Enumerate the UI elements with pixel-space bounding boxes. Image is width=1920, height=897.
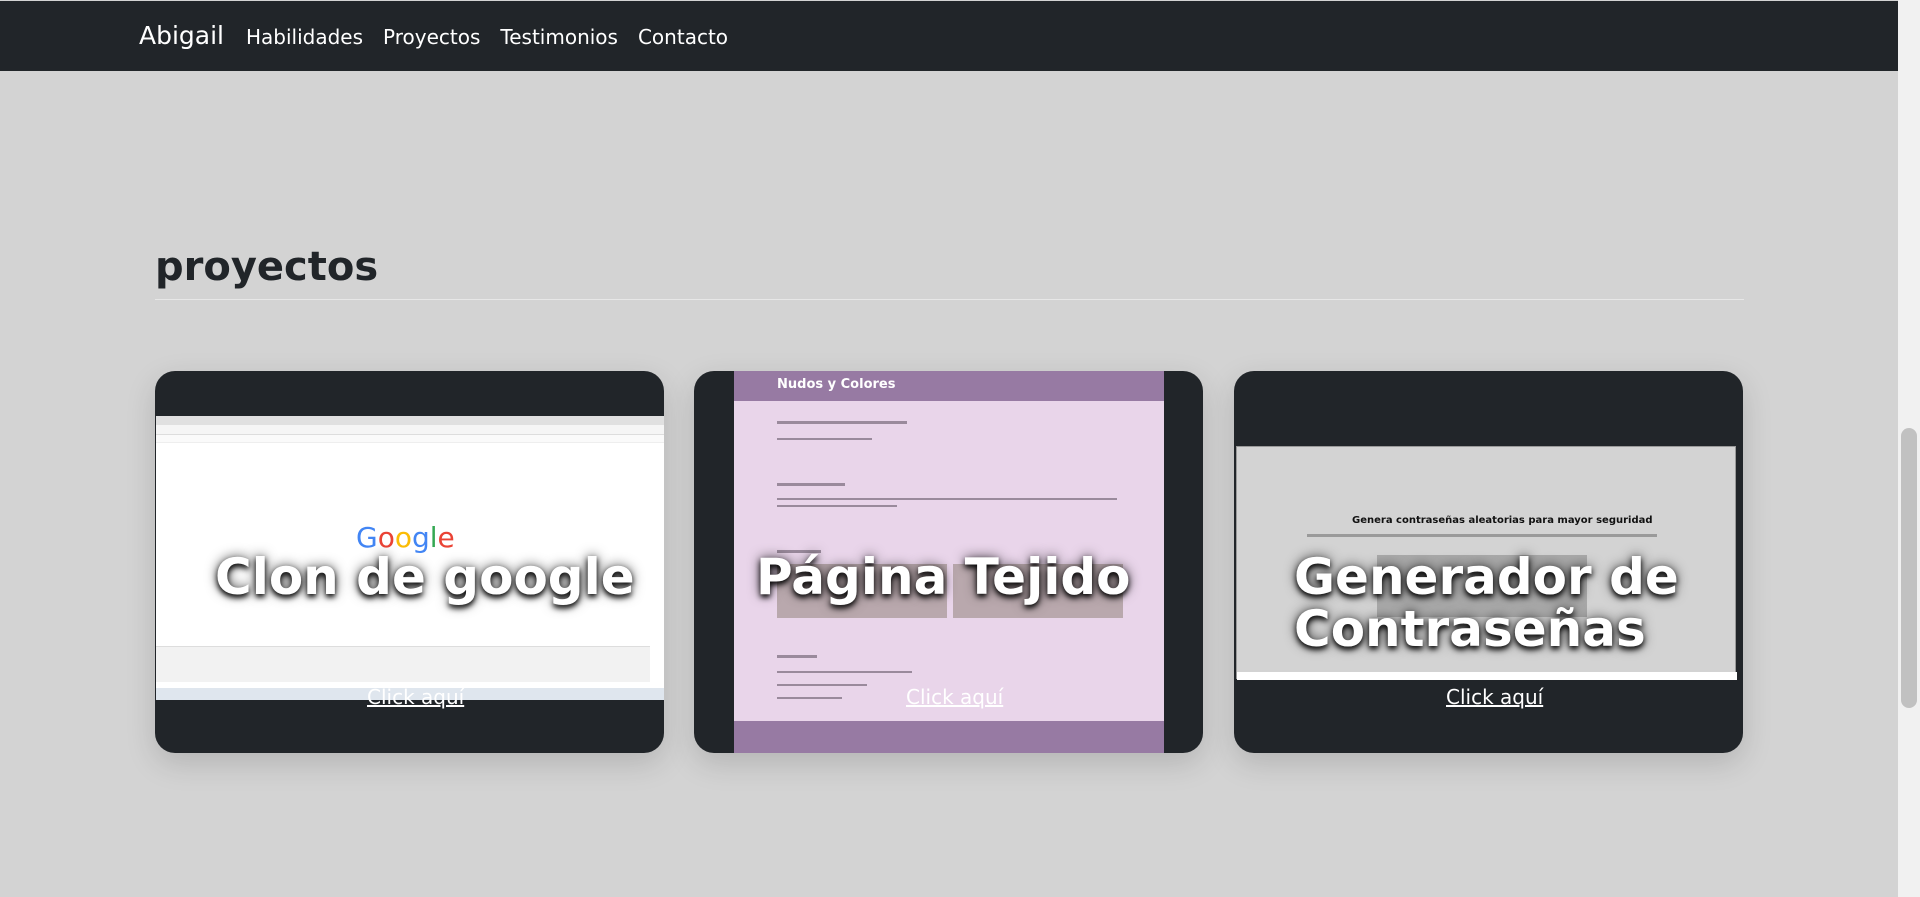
- nav-link-contacto[interactable]: Contacto: [638, 25, 728, 49]
- brand-link[interactable]: Abigail: [139, 21, 224, 50]
- preview-text-line: [777, 505, 897, 507]
- preview-text-line: [777, 697, 842, 699]
- preview-text-line: [1307, 534, 1657, 537]
- project-card-tejido: Nudos y Colores Página Tejido Click aquí: [694, 371, 1203, 753]
- nav-link-testimonios[interactable]: Testimonios: [500, 25, 618, 49]
- project-card-password-generator: Genera contraseñas aleatorias para mayor…: [1234, 371, 1743, 753]
- preview-heading-line: [777, 655, 817, 658]
- preview-knit-footer: [734, 721, 1164, 753]
- project-title-line-1: Generador de: [1294, 548, 1679, 606]
- preview-knit-header: Nudos y Colores: [734, 371, 1164, 401]
- project-title: Clon de google: [215, 548, 635, 606]
- preview-text-line: [777, 671, 912, 673]
- preview-heading-line: [777, 421, 907, 424]
- project-title-line-2: Contraseñas: [1294, 600, 1646, 658]
- preview-text-line: [777, 498, 1117, 500]
- preview-heading-line: [777, 483, 845, 486]
- project-link[interactable]: Click aquí: [367, 685, 464, 709]
- preview-text-line: [777, 684, 867, 686]
- navbar: Abigail Habilidades Proyectos Testimonio…: [0, 0, 1898, 71]
- project-card-google-clone: Google Clon de google Click aquí: [155, 371, 664, 753]
- section-title: proyectos: [155, 244, 379, 290]
- project-title: Generador de Contraseñas: [1294, 551, 1679, 655]
- preview-browser-urlbar: [156, 425, 664, 435]
- project-link[interactable]: Click aquí: [1446, 685, 1543, 709]
- preview-bottom-bar: [1237, 672, 1737, 680]
- nav-link-habilidades[interactable]: Habilidades: [246, 25, 363, 49]
- preview-browser-tabs: [156, 416, 664, 425]
- preview-heading: Genera contraseñas aleatorias para mayor…: [1352, 515, 1653, 526]
- project-title: Página Tejido: [756, 548, 1131, 606]
- section-divider: [155, 299, 1744, 300]
- preview-google-footer: [156, 646, 650, 682]
- page-scrollbar[interactable]: [1898, 0, 1920, 897]
- nav-links: Habilidades Proyectos Testimonios Contac…: [246, 25, 748, 49]
- preview-text-line: [777, 438, 872, 440]
- scrollbar-thumb[interactable]: [1901, 428, 1917, 708]
- project-link[interactable]: Click aquí: [906, 685, 1003, 709]
- nav-link-proyectos[interactable]: Proyectos: [383, 25, 480, 49]
- preview-browser-bookmarks: [156, 435, 664, 443]
